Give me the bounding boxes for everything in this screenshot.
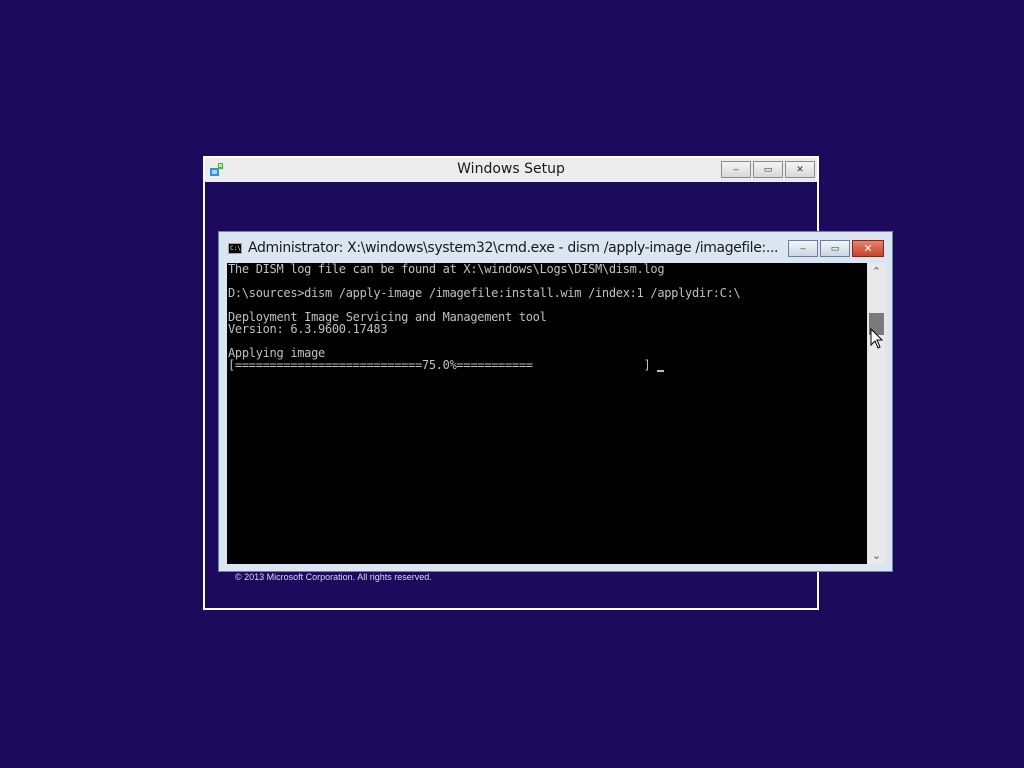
mouse-pointer-icon <box>870 328 884 349</box>
setup-titlebar[interactable]: Windows Setup ‒ ▭ ✕ <box>205 158 817 182</box>
text-cursor <box>657 370 665 372</box>
console-output-area[interactable]: The DISM log file can be found at X:\win… <box>227 263 867 564</box>
console-line: The DISM log file can be found at X:\win… <box>228 263 665 276</box>
scroll-down-arrow-icon[interactable]: ⌄ <box>868 547 885 564</box>
console-line: Version: 6.3.9600.17483 <box>228 322 388 336</box>
copyright-text: © 2013 Microsoft Corporation. All rights… <box>235 572 432 582</box>
cmd-window: C:\ Administrator: X:\windows\system32\c… <box>218 231 893 572</box>
setup-window-controls: ‒ ▭ ✕ <box>721 161 815 178</box>
cmd-icon: C:\ <box>228 243 242 254</box>
progress-bar-line: [===========================75.0%=======… <box>228 358 867 372</box>
cmd-window-controls: ‒ ▭ ✕ <box>788 240 884 257</box>
cmd-maximize-button[interactable]: ▭ <box>820 240 850 257</box>
cmd-titlebar[interactable]: C:\ Administrator: X:\windows\system32\c… <box>219 232 892 262</box>
vertical-scrollbar[interactable]: ⌃ ⌄ <box>868 263 885 564</box>
progress-bar-text: [===========================75.0%=======… <box>228 358 658 372</box>
cmd-window-title: Administrator: X:\windows\system32\cmd.e… <box>248 240 779 256</box>
scroll-up-arrow-icon[interactable]: ⌃ <box>868 263 885 280</box>
cmd-minimize-button[interactable]: ‒ <box>788 240 818 257</box>
setup-close-button[interactable]: ✕ <box>785 161 815 178</box>
console-line: D:\sources>dism /apply-image /imagefile:… <box>228 286 741 300</box>
cmd-close-button[interactable]: ✕ <box>852 240 884 257</box>
setup-minimize-button[interactable]: ‒ <box>721 161 751 178</box>
setup-restore-button[interactable]: ▭ <box>753 161 783 178</box>
